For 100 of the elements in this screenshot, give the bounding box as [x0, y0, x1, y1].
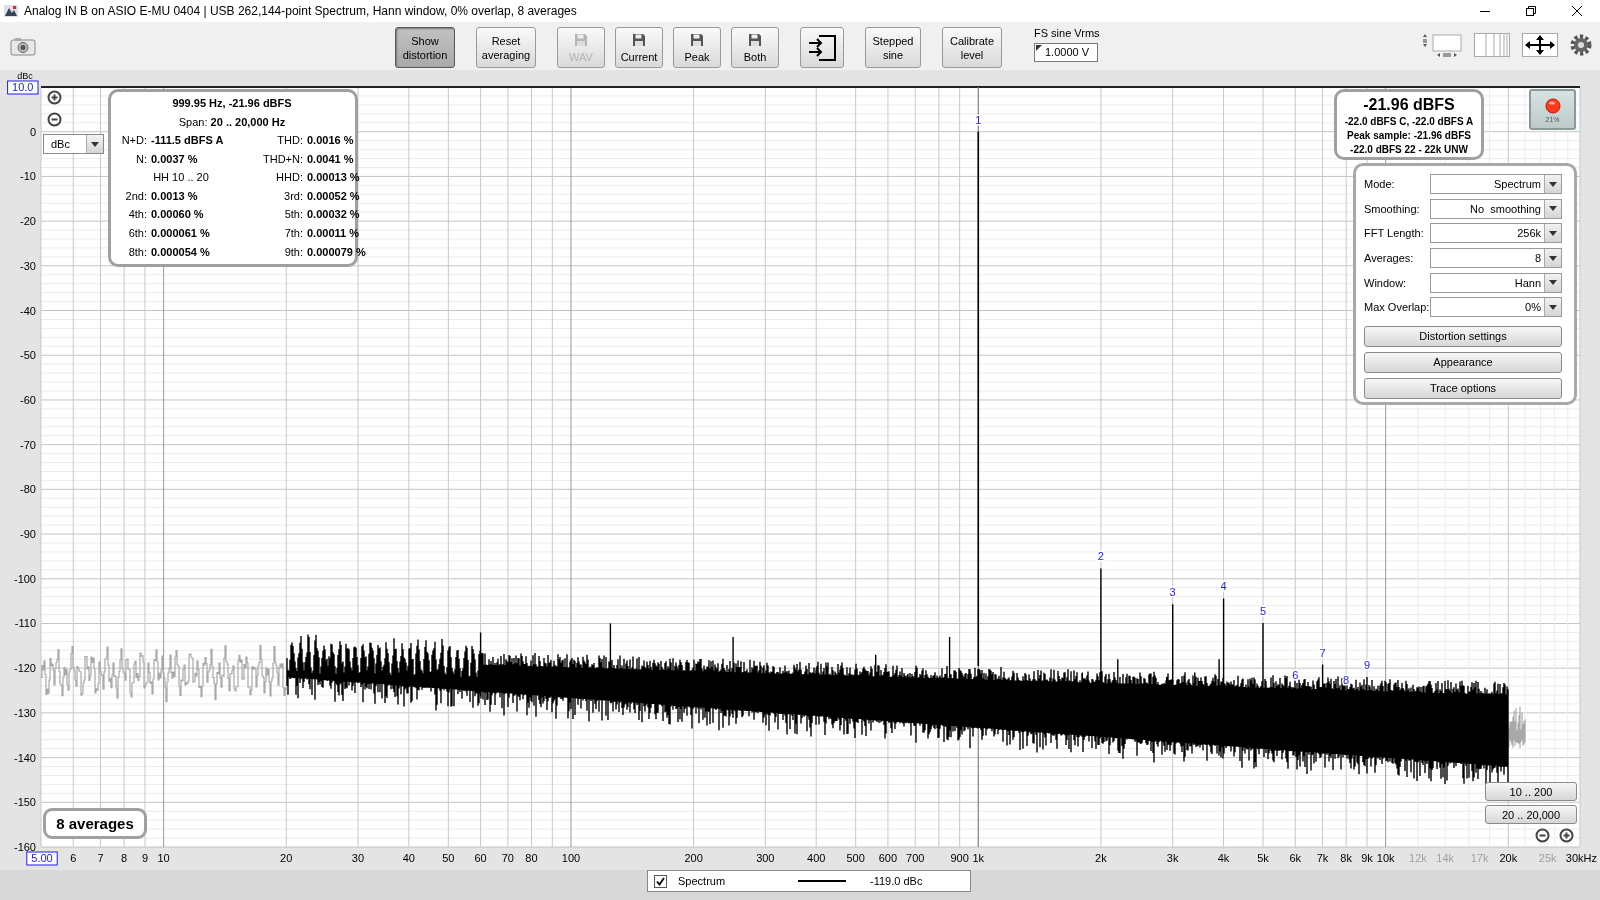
- axis-label: -60: [20, 393, 36, 406]
- axis-label: -100: [13, 572, 36, 585]
- harmonic-label: 3: [1169, 586, 1176, 599]
- unit-dropdown[interactable]: dBc: [43, 134, 104, 154]
- harmonic-label: 6: [1292, 669, 1299, 682]
- readout-value: 0.00060 %: [151, 207, 205, 223]
- axis-label: 9k: [1361, 852, 1373, 864]
- panel-button[interactable]: Distortion settings: [1364, 325, 1562, 347]
- harmonic-label: 7: [1319, 646, 1326, 659]
- range-button[interactable]: 10 .. 200: [1485, 782, 1577, 801]
- toolbar-button[interactable]: Show distortion: [395, 27, 455, 68]
- app-icon: [4, 4, 18, 18]
- zoom-out-icon[interactable]: [47, 112, 62, 127]
- settings-icon[interactable]: [1570, 34, 1592, 56]
- zoom-in-icon[interactable]: [1559, 828, 1574, 843]
- save-icon: [691, 34, 703, 46]
- axis-label: 700: [906, 852, 925, 864]
- readout-value: 0.0037 %: [151, 151, 199, 167]
- axis-label: 600: [878, 852, 898, 864]
- export-button[interactable]: [800, 27, 844, 68]
- checkbox[interactable]: [654, 874, 667, 888]
- zoom-out-icon[interactable]: [1535, 828, 1550, 843]
- save-button[interactable]: Current: [615, 27, 663, 68]
- readout-value: 0.000079 %: [307, 244, 366, 260]
- axis-label: 100: [561, 852, 581, 864]
- readout-label: 7th:: [283, 225, 304, 241]
- readout-value: 0.0041 %: [307, 151, 355, 167]
- dropdown-arrow-icon: [1548, 254, 1558, 262]
- close-icon[interactable]: [1571, 5, 1583, 17]
- axis-label: 20k: [1499, 852, 1518, 864]
- harmonic-label: 9: [1363, 659, 1371, 672]
- axis-label: 17k: [1470, 852, 1489, 864]
- axis-label: 8k: [1340, 852, 1352, 864]
- axis-label: -30: [20, 259, 36, 272]
- field-label: Window:: [1364, 276, 1408, 289]
- setting-dropdown[interactable]: No smoothing: [1430, 198, 1562, 219]
- axis-label: 10k: [1376, 852, 1395, 864]
- panel-button[interactable]: Appearance: [1364, 351, 1562, 373]
- axis-label: 20: [280, 852, 293, 864]
- readout-label: 8th:: [127, 244, 148, 260]
- move-icon[interactable]: [1522, 33, 1558, 57]
- axis-label: 400: [807, 852, 826, 864]
- axis-label: 200: [684, 852, 703, 864]
- axis-label: 25k: [1538, 852, 1557, 864]
- save-button[interactable]: Both: [731, 27, 779, 68]
- readout-label: 4th:: [127, 207, 148, 223]
- axis-limit-field[interactable]: 5.00: [26, 851, 58, 866]
- toolbar-button[interactable]: Stepped sine: [865, 27, 921, 68]
- field-label: Max Overlap:: [1364, 301, 1430, 314]
- panel-button[interactable]: Trace options: [1364, 377, 1562, 399]
- harmonic-label: 2: [1097, 550, 1104, 563]
- axis-label: -40: [20, 304, 36, 317]
- readout-label: HH 10 .. 20: [152, 170, 210, 186]
- axis-label: -20: [20, 215, 36, 228]
- toolbar-button[interactable]: Reset averaging: [476, 27, 536, 68]
- axis-label: -130: [13, 706, 36, 719]
- toolbar-button[interactable]: Calibrate level: [942, 27, 1002, 68]
- axis-label: 40: [402, 852, 415, 864]
- voltage-field[interactable]: 1.0000 V: [1034, 43, 1098, 62]
- restore-icon[interactable]: [1525, 5, 1537, 17]
- axis-label: -150: [13, 796, 36, 809]
- axis-limit-field[interactable]: 10.0: [7, 80, 39, 95]
- axis-label: -110: [14, 617, 36, 630]
- harmonic-label: 4: [1220, 580, 1227, 593]
- setting-dropdown[interactable]: 256k: [1430, 223, 1562, 244]
- axis-label: -90: [20, 528, 36, 541]
- axis-label: 4k: [1217, 852, 1230, 864]
- dropdown-arrow-icon: [1548, 205, 1558, 213]
- axis-label: 6: [70, 852, 77, 864]
- harmonic-label: 1: [975, 113, 982, 126]
- field-label: FFT Length:: [1364, 227, 1425, 240]
- readout-title: 999.95 Hz, -21.96 dBFS: [171, 96, 293, 111]
- save-button[interactable]: Peak: [673, 27, 721, 68]
- axis-label: 8: [121, 852, 128, 864]
- layout-icon[interactable]: [1422, 33, 1462, 57]
- level-detail: -22.0 dBFS 22 - 22k UNW: [1349, 143, 1469, 157]
- readout-value: 0.0016 %: [307, 133, 355, 148]
- axis-label: -50: [20, 349, 36, 362]
- readout-label: N+D:: [120, 133, 148, 148]
- setting-dropdown[interactable]: 8: [1430, 248, 1562, 269]
- axis-label: 70: [501, 852, 514, 864]
- axis-label: 30: [351, 852, 365, 864]
- setting-dropdown[interactable]: Hann: [1430, 272, 1562, 293]
- camera-icon[interactable]: [10, 36, 36, 56]
- axis-label: 9: [141, 852, 149, 864]
- axis-label: 30kHz: [1565, 852, 1597, 864]
- readout-value: -111.5 dBFS A: [151, 133, 225, 148]
- zoom-in-icon[interactable]: [47, 90, 62, 105]
- legend-label: Spectrum: [678, 875, 727, 887]
- readout-label: THD+N:: [261, 151, 304, 167]
- setting-dropdown[interactable]: 0%: [1430, 297, 1562, 318]
- axis-label: 3k: [1166, 852, 1179, 864]
- axis-label: 14k: [1436, 852, 1455, 864]
- setting-dropdown[interactable]: Spectrum: [1430, 174, 1562, 195]
- range-button[interactable]: 20 .. 20,000: [1485, 805, 1577, 824]
- readout-value: 0.00013 %: [307, 170, 361, 186]
- readout-value: 0.0013 %: [151, 188, 199, 204]
- dropdown-arrow-icon: [1548, 303, 1558, 311]
- legend-reading: -119.0 dBc: [870, 875, 923, 887]
- readout-value: 0.00011 %: [307, 225, 360, 241]
